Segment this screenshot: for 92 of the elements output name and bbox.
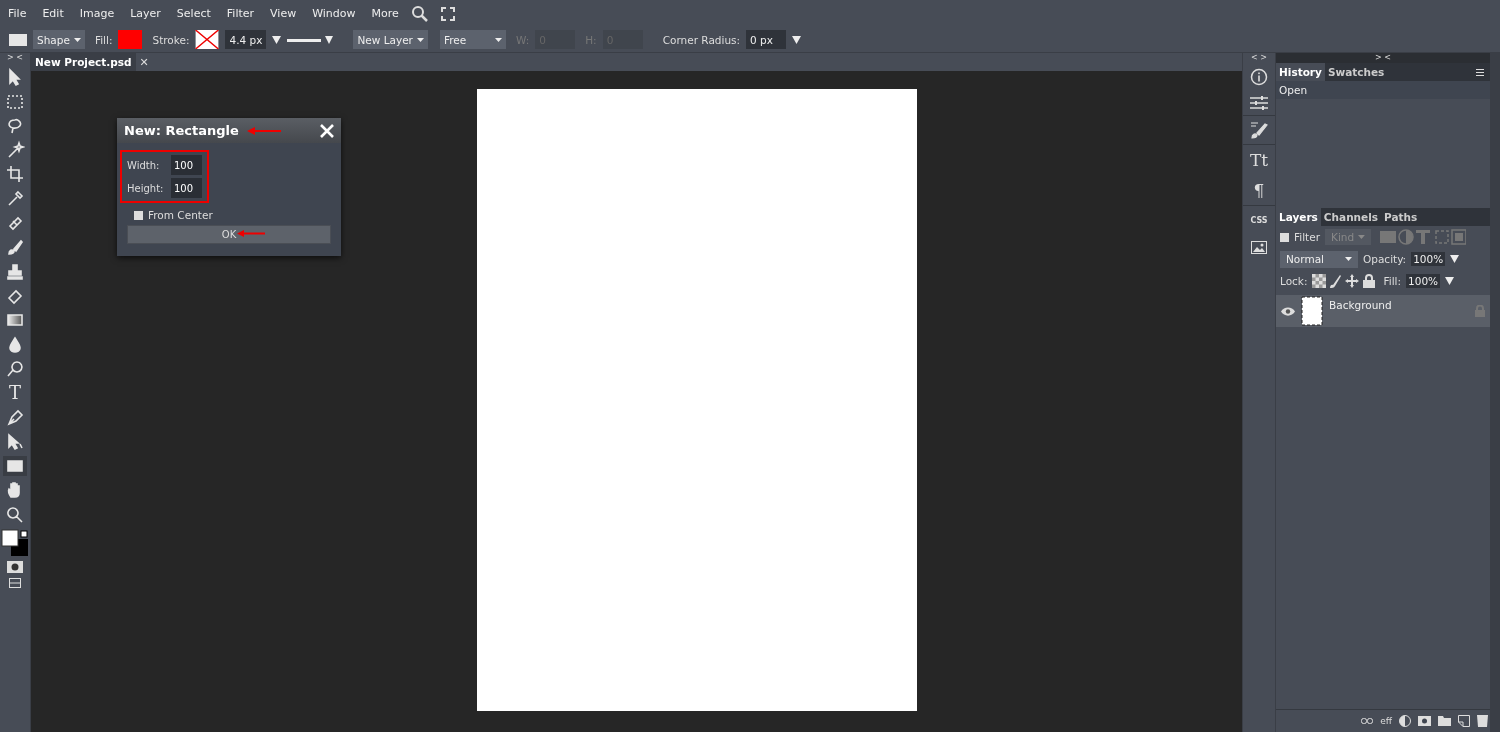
collapse-toggle[interactable]: < > (1243, 53, 1275, 63)
ok-button[interactable]: OK (127, 225, 331, 244)
checkbox-label: From Center (148, 209, 213, 221)
panel-tab[interactable]: Swatches (1324, 63, 1388, 81)
fill-field[interactable]: 100% (1406, 274, 1441, 288)
line-style-icon[interactable] (287, 35, 334, 44)
field-label: Height: (127, 182, 161, 194)
close-tab-button[interactable]: ✕ (139, 55, 149, 69)
blend-mode-dropdown[interactable]: Normal (1280, 250, 1358, 268)
dropdown-arrow-icon[interactable] (1450, 255, 1460, 263)
info-icon[interactable] (1250, 68, 1268, 86)
folder-icon[interactable] (1438, 716, 1451, 726)
mask-icon[interactable] (1418, 716, 1431, 726)
caret-icon (1358, 235, 1365, 239)
brush-icon[interactable] (1250, 121, 1268, 139)
tool-button[interactable] (3, 456, 27, 477)
size-mode-dropdown[interactable]: Free (439, 30, 506, 49)
dropdown-arrow-icon[interactable] (792, 35, 802, 44)
image-icon[interactable] (1251, 241, 1267, 254)
opacity-field[interactable]: 100% (1411, 252, 1446, 266)
opacity-label: Opacity: (1363, 253, 1407, 265)
stroke-width-field[interactable]: 4.4 px (225, 30, 267, 49)
zoom-icon (5, 504, 25, 525)
panel-button[interactable]: ¶ (1253, 180, 1265, 200)
arrow-annotation-icon (246, 126, 281, 135)
arrow-icon (5, 431, 25, 452)
arrow-annotation-icon (237, 230, 265, 237)
screen-mode-icon[interactable] (9, 577, 21, 588)
link-icon[interactable] (1361, 718, 1374, 724)
dialog-title: New: Rectangle (124, 123, 239, 138)
rectangle-tool-icon (9, 33, 27, 46)
menu-item[interactable]: Edit (42, 7, 64, 20)
crop-icon (5, 164, 25, 185)
sliders-icon[interactable] (1250, 96, 1268, 110)
dropdown-arrow-icon[interactable] (272, 35, 282, 44)
menu-icon[interactable] (1476, 68, 1484, 76)
close-icon[interactable] (320, 123, 334, 138)
filter-label: Filter (1294, 231, 1320, 243)
menu-item[interactable]: Filter (226, 7, 255, 20)
caret-icon (494, 37, 502, 42)
checkbox[interactable] (134, 210, 143, 220)
fullscreen-icon[interactable] (440, 6, 455, 21)
panel-tab[interactable]: Channels (1320, 208, 1382, 226)
caret-icon (416, 37, 424, 42)
layer-thumbnail (1301, 296, 1323, 326)
dropdown-arrow-icon[interactable] (1445, 277, 1455, 285)
search-icon[interactable] (410, 4, 429, 23)
effects-button[interactable]: eff (1380, 716, 1392, 726)
collapse-toggle[interactable]: > < (7, 53, 23, 63)
field-label: Width: (127, 159, 161, 171)
collapse-toggle[interactable]: > < (1276, 53, 1490, 63)
pen-icon (5, 407, 25, 428)
menu-item[interactable]: More (371, 7, 399, 20)
color-swatches-icon[interactable] (1, 528, 29, 557)
menu-item[interactable]: Select (176, 7, 211, 20)
new-layer-icon[interactable] (1458, 715, 1470, 727)
input-field[interactable]: 100 (171, 155, 202, 175)
history-item[interactable]: Open (1276, 81, 1490, 99)
fill-label: Fill: (94, 33, 113, 46)
menu-item[interactable]: Image (79, 7, 115, 20)
stroke-label: Stroke: (152, 33, 190, 46)
panel-tab[interactable]: History (1276, 63, 1325, 81)
document-tab[interactable]: New Project.psd (31, 53, 136, 71)
stamp-icon (5, 261, 25, 282)
caret-icon (1345, 257, 1352, 261)
input-field[interactable]: 100 (171, 178, 202, 198)
corner-radius-label: Corner Radius: (662, 33, 741, 46)
layer-mode-dropdown[interactable]: New Layer (353, 30, 428, 49)
caret-icon (73, 37, 81, 42)
panel-tab[interactable]: Paths (1381, 208, 1421, 226)
menu-item[interactable]: Window (312, 7, 356, 20)
adjustment-icon[interactable] (1399, 715, 1411, 727)
layer-row[interactable]: Background (1276, 295, 1490, 327)
brush-icon (5, 237, 25, 258)
shape-dropdown[interactable]: Shape (33, 30, 85, 49)
panel-button[interactable]: CSS (1250, 211, 1268, 231)
layer-name: Background (1329, 299, 1392, 311)
panel-button[interactable]: Tt (1249, 150, 1269, 170)
eye-icon[interactable] (1281, 306, 1295, 316)
corner-radius-field[interactable]: 0 px (746, 30, 787, 49)
menu-item[interactable]: View (270, 7, 297, 20)
fill-swatch[interactable] (118, 30, 143, 49)
no-stroke-swatch[interactable] (195, 30, 220, 49)
panel-tab[interactable]: Layers (1276, 208, 1321, 226)
menu-item[interactable]: Layer (130, 7, 161, 20)
quick-mask-icon[interactable] (7, 561, 23, 574)
menu-item[interactable]: File (8, 7, 27, 20)
lock-label: Lock: (1280, 275, 1308, 287)
checkbox[interactable] (1280, 232, 1289, 242)
tool-button[interactable]: T (3, 383, 27, 404)
fill-label: Fill: (1383, 275, 1402, 287)
trash-icon[interactable] (1477, 715, 1488, 727)
